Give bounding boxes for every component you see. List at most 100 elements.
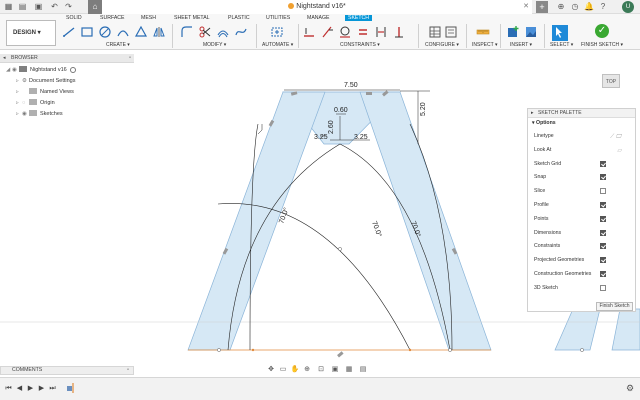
modify-group-label[interactable]: MODIFY ▾ — [203, 42, 226, 48]
viewcube-top-face[interactable]: TOP — [602, 74, 620, 88]
palette-option-points[interactable]: Points — [534, 214, 634, 224]
tab-sheet-metal[interactable]: SHEET METAL — [174, 15, 210, 21]
step-forward-icon[interactable]: ▶ — [38, 385, 45, 393]
finish-sketch-button[interactable]: Finish Sketch — [596, 302, 633, 311]
timeline-marker-icon[interactable] — [66, 383, 76, 393]
circle-tool-icon[interactable] — [98, 25, 112, 39]
activate-icon[interactable] — [69, 66, 76, 73]
sketch-point[interactable] — [408, 348, 412, 352]
palette-option-slice[interactable]: Slice — [534, 186, 634, 196]
linetype-icon[interactable]: ⟋ ▱ — [610, 132, 622, 142]
coincident-constraint-icon[interactable] — [320, 25, 334, 39]
dim-top-width[interactable]: 7.50 — [344, 82, 358, 89]
help-icon[interactable]: ? — [598, 2, 608, 12]
constraint-glyph[interactable] — [366, 92, 372, 95]
new-tab-button[interactable]: + — [536, 1, 548, 13]
tab-surface[interactable]: SURFACE — [100, 15, 125, 21]
insert-derive-icon[interactable] — [506, 25, 520, 39]
configure-table-icon[interactable] — [428, 25, 442, 39]
eye-icon[interactable]: ◌ — [22, 98, 29, 108]
expand-icon[interactable]: ▫ — [127, 367, 129, 374]
fit-icon[interactable]: ⊡ — [316, 364, 326, 375]
right-leg-profile[interactable] — [359, 91, 492, 351]
redo-icon[interactable]: ↷ — [64, 2, 73, 11]
browser-root[interactable]: ◢ ◉ Nightstand v16 — [6, 65, 76, 75]
create-group-label[interactable]: CREATE ▾ — [106, 42, 130, 48]
palette-option-snap[interactable]: Snap — [534, 172, 634, 182]
finish-sketch-toolbar-button[interactable]: ✓ FINISH SKETCH ▾ — [578, 24, 626, 48]
sketch-point[interactable] — [251, 348, 255, 352]
adjacent-profile[interactable] — [554, 308, 601, 351]
browser-item-named-views[interactable]: ▹ Named Views — [16, 87, 74, 97]
dim-height-right[interactable]: 5.20 — [420, 102, 427, 116]
offset-tool-icon[interactable] — [216, 25, 230, 39]
fix-constraint-icon[interactable] — [392, 25, 406, 39]
palette-option-profile[interactable]: Profile — [534, 200, 634, 210]
fillet-tool-icon[interactable] — [180, 25, 194, 39]
palette-checkbox[interactable] — [600, 271, 606, 277]
app-grid-icon[interactable]: ▦ — [4, 2, 13, 11]
horizontal-constraint-icon[interactable] — [302, 25, 316, 39]
tab-manage[interactable]: MANAGE — [307, 15, 329, 21]
user-avatar[interactable]: U — [622, 1, 634, 13]
orbit-icon[interactable]: ✥ — [266, 364, 276, 375]
trim-tool-icon[interactable] — [198, 25, 212, 39]
file-icon[interactable]: ▤ — [18, 2, 27, 11]
document-tab[interactable]: Nightstand v16* ✕ — [102, 0, 532, 14]
dim-inner-top[interactable]: 0.60 — [334, 107, 348, 114]
viewcube[interactable]: TOP — [598, 72, 624, 94]
viewports-icon[interactable]: ▤ — [358, 364, 368, 375]
palette-option-linetype[interactable]: Linetype ⟋ ▱ — [534, 131, 634, 141]
eye-icon[interactable]: ◉ — [12, 65, 19, 75]
palette-option-dimensions[interactable]: Dimensions — [534, 228, 634, 238]
constraint-glyph[interactable] — [337, 351, 344, 358]
extensions-icon[interactable]: ⊕ — [556, 2, 566, 12]
palette-checkbox[interactable] — [600, 243, 606, 250]
tangent-constraint-icon[interactable] — [338, 25, 352, 39]
look-at-icon[interactable]: ▱ — [617, 146, 622, 156]
insert-image-icon[interactable] — [524, 25, 538, 39]
parallel-constraint-icon[interactable] — [356, 25, 370, 39]
automate-group-label[interactable]: AUTOMATE ▾ — [262, 42, 293, 48]
skip-start-icon[interactable]: ⏮ — [5, 385, 12, 393]
tab-sketch[interactable]: SKETCH — [345, 15, 373, 21]
configure-group-label[interactable]: CONFIGURE ▾ — [425, 42, 459, 48]
comments-panel[interactable]: COMMENTS ▫ — [0, 366, 134, 375]
constraints-group-label[interactable]: CONSTRAINTS ▾ — [340, 42, 380, 48]
job-status-icon[interactable]: ◷ — [570, 2, 580, 12]
tab-mesh[interactable]: MESH — [141, 15, 156, 21]
sketch-point[interactable] — [448, 348, 452, 352]
eye-icon[interactable]: ◉ — [22, 109, 29, 119]
mirror-tool-icon[interactable] — [152, 25, 166, 39]
measure-tool-icon[interactable] — [476, 25, 490, 39]
palette-checkbox[interactable] — [600, 229, 606, 236]
palette-options-section[interactable]: ▾ Options — [528, 118, 635, 128]
rectangle-tool-icon[interactable] — [80, 25, 94, 39]
home-tab[interactable]: ⌂ — [88, 0, 102, 14]
look-at-icon[interactable]: ▭ — [278, 364, 288, 375]
adjacent-profile-2[interactable] — [611, 308, 640, 351]
sketch-point[interactable] — [580, 348, 584, 352]
expand-icon[interactable]: ▹ — [16, 87, 22, 97]
dim-inner-height[interactable]: 2.60 — [328, 120, 335, 134]
automate-tool-icon[interactable] — [270, 25, 284, 39]
sketch-point[interactable] — [338, 247, 342, 251]
collapse-icon[interactable]: ▸ — [531, 109, 534, 118]
palette-option-construction-geometries[interactable]: Construction Geometries — [534, 269, 634, 279]
palette-checkbox[interactable] — [600, 174, 606, 181]
pan-icon[interactable]: ✋ — [290, 364, 300, 375]
arc-tool-icon[interactable] — [116, 25, 130, 39]
polygon-tool-icon[interactable] — [134, 25, 148, 39]
browser-item-document-settings[interactable]: ▹ ⚙ Document Settings — [16, 76, 75, 86]
left-leg-profile[interactable] — [187, 91, 326, 351]
browser-item-sketches[interactable]: ▹ ◉ Sketches — [16, 109, 63, 119]
palette-checkbox[interactable] — [600, 215, 606, 222]
save-icon[interactable]: ▣ — [34, 2, 43, 11]
close-tab-icon[interactable]: ✕ — [523, 0, 529, 14]
grid-settings-icon[interactable]: ▦ — [344, 364, 354, 375]
dim-inner-right[interactable]: 3.25 — [354, 134, 368, 141]
spline-tool-icon[interactable] — [234, 25, 248, 39]
tab-solid[interactable]: SOLID — [66, 15, 82, 21]
browser-item-origin[interactable]: ▹ ◌ Origin — [16, 98, 55, 108]
play-icon[interactable]: ▶ — [27, 385, 34, 393]
